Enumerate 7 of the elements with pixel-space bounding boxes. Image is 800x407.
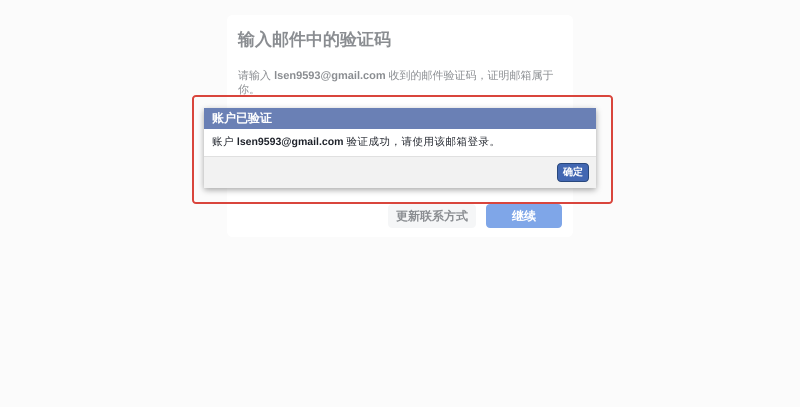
card-message: 请输入 lsen9593@gmail.com 收到的邮件验证码，证明邮箱属于你。: [238, 68, 555, 96]
dialog-message: 账户 lsen9593@gmail.com 验证成功，请使用该邮箱登录。: [211, 135, 502, 150]
dialog-title: 账户已验证: [204, 108, 596, 129]
continue-button[interactable]: 继续: [486, 204, 562, 228]
card-title: 输入邮件中的验证码: [238, 29, 392, 51]
update-contact-button[interactable]: 更新联系方式: [388, 204, 476, 228]
confirm-button[interactable]: 确定: [557, 163, 589, 182]
